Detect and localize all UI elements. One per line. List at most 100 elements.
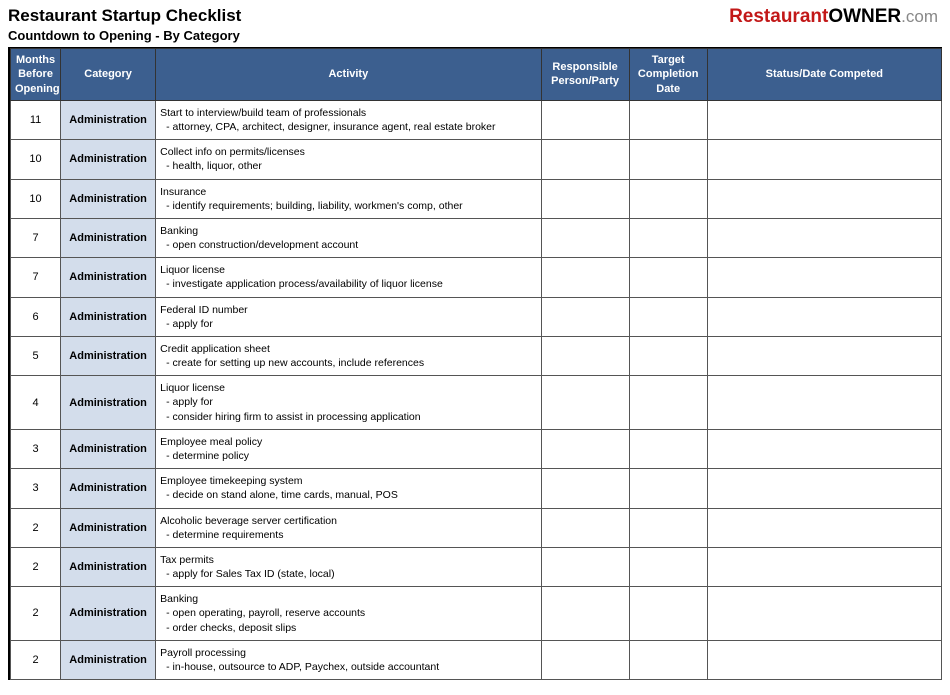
- cell-months: 2: [11, 508, 61, 547]
- activity-title: Employee timekeeping system: [160, 474, 536, 488]
- activity-sub: - health, liquor, other: [160, 159, 536, 173]
- cell-months: 7: [11, 218, 61, 257]
- cell-category: Administration: [61, 469, 156, 508]
- cell-activity: Employee meal policy - determine policy: [156, 429, 541, 468]
- cell-target: [629, 547, 707, 586]
- activity-title: Payroll processing: [160, 646, 536, 660]
- table-row: 5AdministrationCredit application sheet …: [11, 336, 942, 375]
- col-header-responsible: Responsible Person/Party: [541, 49, 629, 101]
- cell-responsible: [541, 100, 629, 139]
- cell-responsible: [541, 218, 629, 257]
- table-row: 11Administration Start to interview/build…: [11, 100, 942, 139]
- activity-sub: - identify requirements; building, liabi…: [160, 199, 536, 213]
- logo-part-owner: OWNER: [828, 6, 901, 27]
- col-header-category: Category: [61, 49, 156, 101]
- cell-status: [707, 140, 941, 179]
- table-row: 10AdministrationCollect info on permits/…: [11, 140, 942, 179]
- cell-target: [629, 258, 707, 297]
- cell-activity: Federal ID number - apply for: [156, 297, 541, 336]
- cell-category: Administration: [61, 508, 156, 547]
- cell-target: [629, 469, 707, 508]
- cell-category: Administration: [61, 258, 156, 297]
- activity-sub: - consider hiring firm to assist in proc…: [160, 410, 536, 424]
- activity-sub: - decide on stand alone, time cards, man…: [160, 488, 536, 502]
- cell-months: 3: [11, 469, 61, 508]
- cell-status: [707, 587, 941, 641]
- cell-activity: Liquor license - investigate application…: [156, 258, 541, 297]
- cell-category: Administration: [61, 100, 156, 139]
- table-row: 6AdministrationFederal ID number - apply…: [11, 297, 942, 336]
- activity-sub: - apply for: [160, 317, 536, 331]
- activity-sub: - in-house, outsource to ADP, Paychex, o…: [160, 660, 536, 674]
- cell-status: [707, 508, 941, 547]
- cell-responsible: [541, 640, 629, 679]
- col-header-activity: Activity: [156, 49, 541, 101]
- cell-status: [707, 218, 941, 257]
- table-row: 2AdministrationAlcoholic beverage server…: [11, 508, 942, 547]
- cell-category: Administration: [61, 640, 156, 679]
- table-row: 3AdministrationEmployee timekeeping syst…: [11, 469, 942, 508]
- cell-category: Administration: [61, 336, 156, 375]
- cell-target: [629, 100, 707, 139]
- table-row: 7AdministrationLiquor license - investig…: [11, 258, 942, 297]
- activity-title: Employee meal policy: [160, 435, 536, 449]
- activity-title: Credit application sheet: [160, 342, 536, 356]
- table-row: 2AdministrationTax permits - apply for S…: [11, 547, 942, 586]
- cell-activity: Employee timekeeping system - decide on …: [156, 469, 541, 508]
- logo-part-restaurant: Restaurant: [729, 6, 828, 27]
- activity-sub: - apply for: [160, 395, 536, 409]
- page-subtitle: Countdown to Opening - By Category: [8, 28, 241, 43]
- cell-activity: Banking - open operating, payroll, reser…: [156, 587, 541, 641]
- activity-title: Banking: [160, 592, 536, 606]
- activity-title: Start to interview/build team of profess…: [160, 106, 536, 120]
- cell-target: [629, 336, 707, 375]
- cell-category: Administration: [61, 140, 156, 179]
- activity-title: Insurance: [160, 185, 536, 199]
- cell-responsible: [541, 429, 629, 468]
- cell-target: [629, 508, 707, 547]
- cell-months: 10: [11, 179, 61, 218]
- cell-target: [629, 140, 707, 179]
- table-row: 7AdministrationBanking - open constructi…: [11, 218, 942, 257]
- cell-activity: Liquor license - apply for - consider hi…: [156, 376, 541, 430]
- cell-months: 6: [11, 297, 61, 336]
- cell-status: [707, 469, 941, 508]
- cell-months: 2: [11, 547, 61, 586]
- cell-status: [707, 547, 941, 586]
- activity-sub: - determine policy: [160, 449, 536, 463]
- cell-activity: Alcoholic beverage server certification …: [156, 508, 541, 547]
- activity-sub: - investigate application process/availa…: [160, 277, 536, 291]
- col-header-target: Target Completion Date: [629, 49, 707, 101]
- cell-months: 3: [11, 429, 61, 468]
- cell-status: [707, 179, 941, 218]
- col-header-status: Status/Date Competed: [707, 49, 941, 101]
- cell-status: [707, 258, 941, 297]
- cell-months: 11: [11, 100, 61, 139]
- cell-category: Administration: [61, 179, 156, 218]
- cell-responsible: [541, 376, 629, 430]
- cell-months: 2: [11, 587, 61, 641]
- activity-sub: - apply for Sales Tax ID (state, local): [160, 567, 536, 581]
- cell-months: 10: [11, 140, 61, 179]
- activity-sub: - order checks, deposit slips: [160, 621, 536, 635]
- cell-responsible: [541, 469, 629, 508]
- cell-activity: Start to interview/build team of profess…: [156, 100, 541, 139]
- table-row: 10Administration Insurance - identify req…: [11, 179, 942, 218]
- table-header-row: Months Before Opening Category Activity …: [11, 49, 942, 101]
- cell-target: [629, 297, 707, 336]
- cell-category: Administration: [61, 218, 156, 257]
- table-row: 3AdministrationEmployee meal policy - de…: [11, 429, 942, 468]
- logo-part-dotcom: .com: [901, 7, 938, 26]
- cell-category: Administration: [61, 547, 156, 586]
- cell-target: [629, 179, 707, 218]
- activity-sub: - open operating, payroll, reserve accou…: [160, 606, 536, 620]
- table-row: 2AdministrationPayroll processing - in-h…: [11, 640, 942, 679]
- cell-target: [629, 587, 707, 641]
- cell-responsible: [541, 179, 629, 218]
- cell-activity: Tax permits - apply for Sales Tax ID (st…: [156, 547, 541, 586]
- cell-target: [629, 640, 707, 679]
- table-row: 2AdministrationBanking - open operating,…: [11, 587, 942, 641]
- activity-sub: - attorney, CPA, architect, designer, in…: [160, 120, 536, 134]
- brand-logo: RestaurantOWNER.com: [729, 6, 942, 28]
- cell-status: [707, 376, 941, 430]
